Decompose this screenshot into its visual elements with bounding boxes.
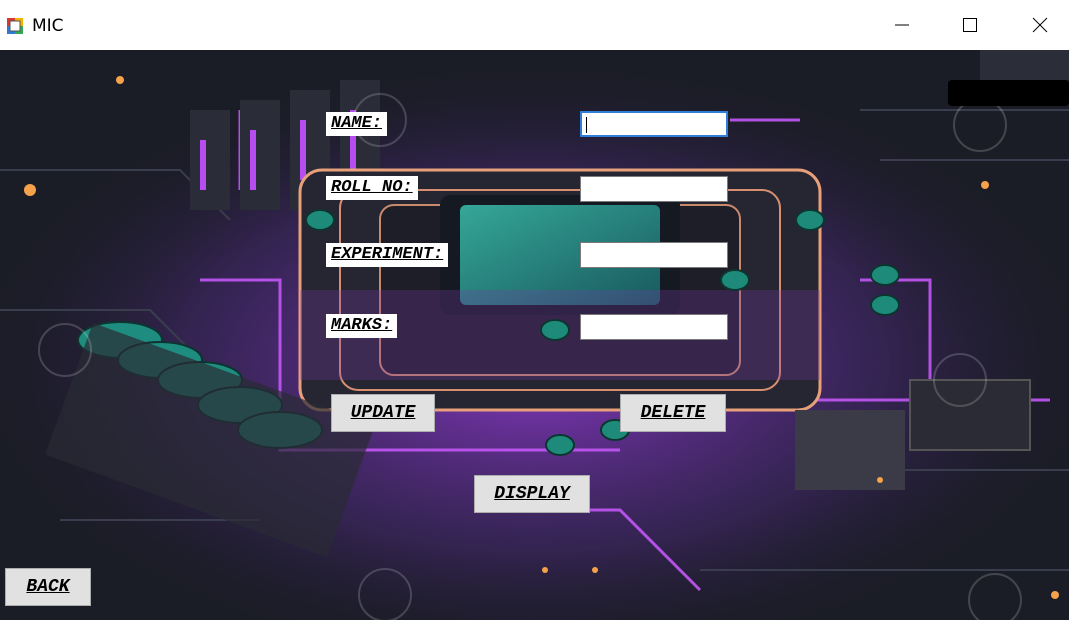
experiment-label: EXPERIMENT: bbox=[326, 243, 449, 267]
name-label: NAME: bbox=[326, 112, 388, 136]
roll-no-label: ROLL NO: bbox=[326, 176, 418, 200]
marks-input[interactable] bbox=[580, 314, 728, 340]
display-button[interactable]: DISPLAY bbox=[474, 475, 590, 513]
minimize-button[interactable] bbox=[879, 0, 925, 50]
name-input[interactable] bbox=[580, 111, 728, 137]
roll-no-input[interactable] bbox=[580, 176, 728, 202]
app-icon bbox=[6, 17, 24, 35]
maximize-button[interactable] bbox=[947, 0, 993, 50]
back-button[interactable]: BACK bbox=[5, 568, 91, 606]
title-bar: MIC bbox=[0, 0, 1069, 50]
maximize-icon bbox=[963, 18, 977, 32]
close-icon bbox=[1032, 17, 1048, 33]
minimize-icon bbox=[895, 24, 909, 26]
text-caret bbox=[586, 117, 587, 133]
window-title: MIC bbox=[32, 16, 64, 36]
black-bar bbox=[948, 80, 1069, 106]
form-client-area: NAME: ROLL NO: EXPERIMENT: MARKS: UPDATE… bbox=[0, 50, 1069, 620]
circuit-board-background bbox=[0, 50, 1069, 620]
update-button[interactable]: UPDATE bbox=[331, 394, 435, 432]
delete-button[interactable]: DELETE bbox=[620, 394, 726, 432]
experiment-input[interactable] bbox=[580, 242, 728, 268]
close-button[interactable] bbox=[1017, 0, 1063, 50]
marks-label: MARKS: bbox=[326, 314, 398, 338]
